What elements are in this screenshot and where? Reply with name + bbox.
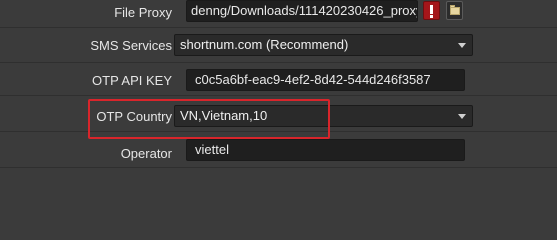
chevron-down-icon — [458, 43, 466, 48]
row-file-proxy: File Proxy denng/Downloads/111420230426_… — [0, 0, 557, 28]
highlight-box — [88, 99, 330, 139]
operator-label: Operator — [120, 146, 172, 161]
row-sms-services: SMS Services shortnum.com (Recommend) — [0, 29, 557, 63]
row-operator: Operator viettel — [0, 134, 557, 168]
sms-services-label: SMS Services — [90, 38, 172, 53]
settings-panel: File Proxy denng/Downloads/111420230426_… — [0, 0, 557, 221]
file-proxy-input[interactable]: denng/Downloads/111420230426_proxy. — [186, 0, 418, 22]
exclamation-icon[interactable] — [423, 1, 440, 20]
otp-api-key-label: OTP API KEY — [92, 73, 172, 88]
sms-services-value: shortnum.com (Recommend) — [180, 37, 349, 52]
file-proxy-label: File Proxy — [114, 5, 172, 20]
chevron-down-icon — [458, 114, 466, 119]
row-otp-api-key: OTP API KEY c0c5a6bf-eac9-4ef2-8d42-544d… — [0, 62, 557, 96]
sms-services-select[interactable]: shortnum.com (Recommend) — [174, 34, 473, 56]
otp-api-key-input[interactable]: c0c5a6bf-eac9-4ef2-8d42-544d246f3587 — [186, 69, 465, 91]
operator-input[interactable]: viettel — [186, 139, 465, 161]
folder-icon[interactable] — [446, 1, 463, 20]
